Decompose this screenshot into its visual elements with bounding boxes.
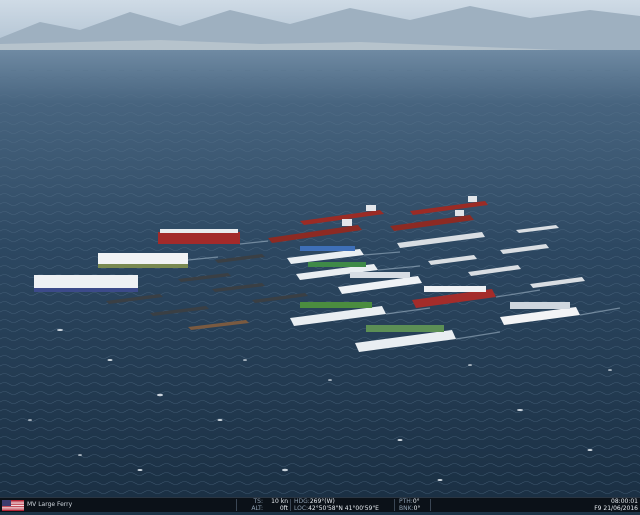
pth-label: PTH:	[399, 498, 413, 505]
ship-white-roro[interactable]	[98, 253, 188, 268]
divider	[290, 499, 291, 511]
hdg-value: 269°(W)	[309, 498, 335, 505]
ts-value: 10 kn	[271, 498, 288, 505]
divider	[394, 499, 395, 511]
sim-time: 08:00:01	[611, 498, 638, 505]
alt-value: 0ft	[279, 505, 288, 512]
bnk-label: BNK:	[399, 505, 414, 512]
hud-status-bar: MV Large Ferry TS: ALT: 10 kn 0ft HDG:26…	[0, 497, 640, 512]
sim-date: F9 21/06/2016	[594, 505, 638, 512]
pth-value: 0°	[412, 498, 420, 505]
loc-value: 42°50'58"N 41°00'59"E	[308, 505, 379, 512]
ts-label: TS:	[253, 498, 264, 505]
hdg-label: HDG:	[294, 498, 310, 505]
ship-red-roro[interactable]	[158, 229, 240, 244]
vessel-name: MV Large Ferry	[27, 501, 73, 508]
bnk-value: 0°	[413, 505, 421, 512]
divider	[430, 499, 431, 511]
ship-white-roro[interactable]	[34, 275, 138, 292]
loc-label: LOC:	[294, 505, 309, 512]
usa-flag-icon	[2, 500, 24, 511]
alt-label: ALT:	[251, 505, 263, 512]
divider	[236, 499, 237, 511]
game-viewport	[0, 0, 640, 497]
